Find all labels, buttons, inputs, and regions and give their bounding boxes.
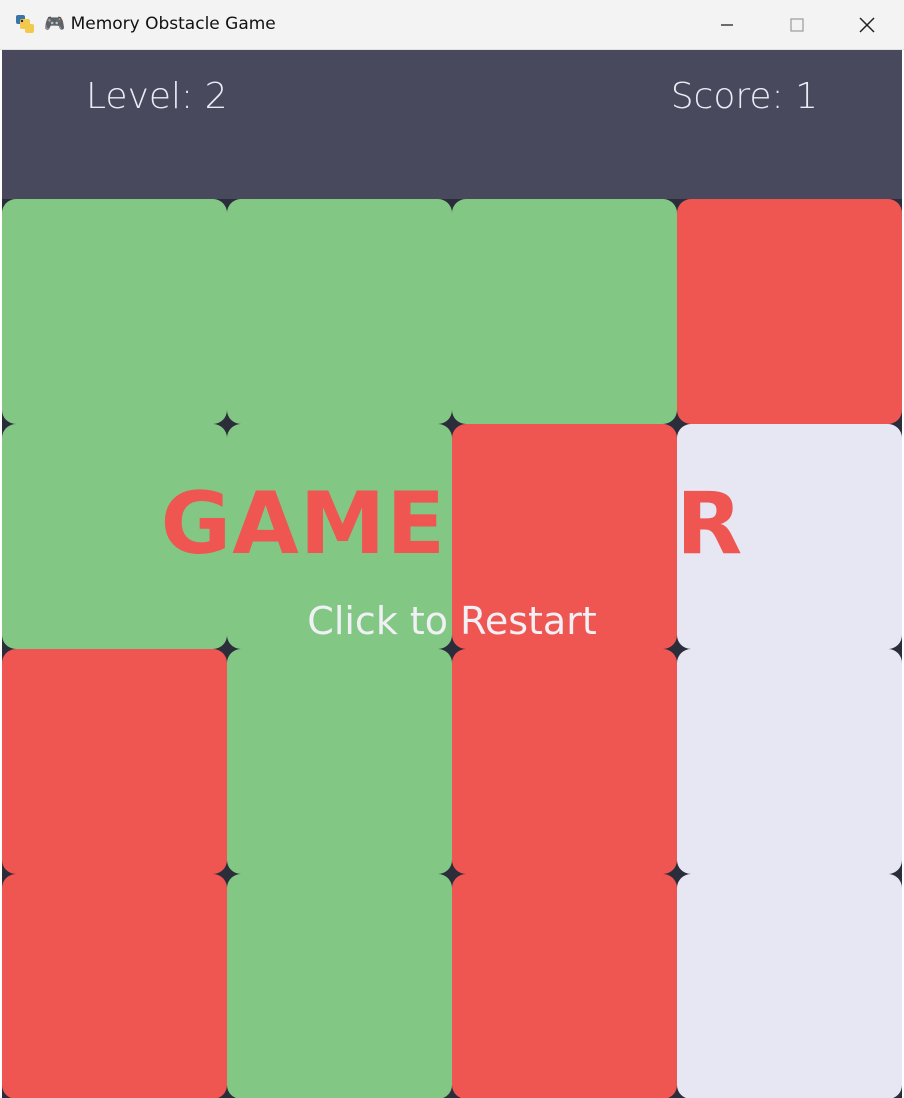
tile-r4-c2[interactable] bbox=[227, 874, 452, 1098]
tile-r3-c2[interactable] bbox=[227, 649, 452, 874]
maximize-button[interactable] bbox=[762, 0, 832, 49]
minimize-icon bbox=[721, 23, 733, 26]
close-button[interactable] bbox=[832, 0, 902, 49]
tile-r4-c1[interactable] bbox=[2, 874, 227, 1098]
window-title: 🎮 Memory Obstacle Game bbox=[44, 14, 276, 34]
restart-prompt[interactable]: Click to Restart bbox=[2, 599, 902, 643]
maximize-icon bbox=[790, 17, 804, 32]
tile-r4-c4[interactable] bbox=[677, 874, 902, 1098]
game-board[interactable]: GAME OVER Click to Restart bbox=[2, 199, 902, 1098]
tile-r3-c1[interactable] bbox=[2, 649, 227, 874]
tile-r1-c3[interactable] bbox=[452, 199, 677, 424]
score-label: Score: 1 bbox=[670, 76, 818, 117]
tile-r3-c3[interactable] bbox=[452, 649, 677, 874]
close-icon bbox=[859, 16, 875, 33]
python-icon bbox=[14, 13, 36, 35]
minimize-button[interactable] bbox=[692, 0, 762, 49]
tile-r1-c2[interactable] bbox=[227, 199, 452, 424]
tile-r1-c1[interactable] bbox=[2, 199, 227, 424]
window-titlebar: 🎮 Memory Obstacle Game bbox=[0, 0, 904, 50]
tile-r1-c4[interactable] bbox=[677, 199, 902, 424]
tile-r3-c4[interactable] bbox=[677, 649, 902, 874]
tile-r4-c3[interactable] bbox=[452, 874, 677, 1098]
level-label: Level: 2 bbox=[86, 76, 228, 117]
hud-bar: Level: 2 Score: 1 bbox=[2, 50, 902, 199]
